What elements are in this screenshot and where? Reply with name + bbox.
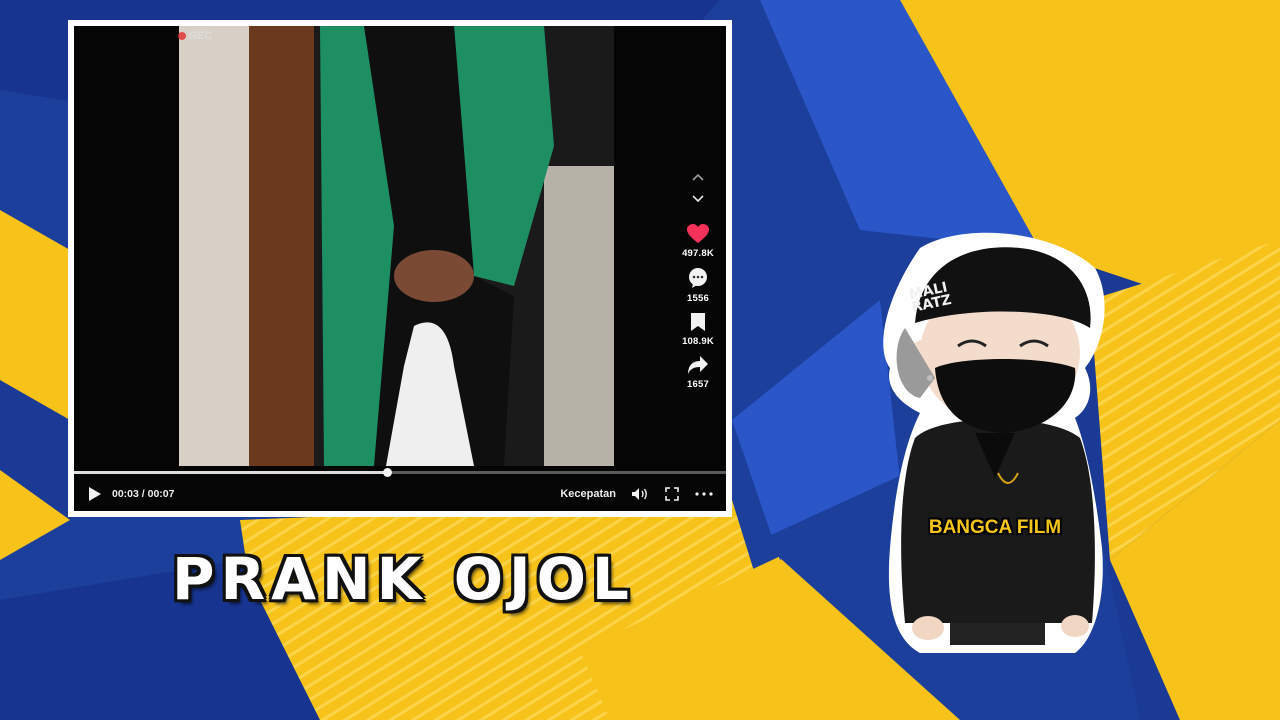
bookmark-button[interactable]: 108.9K <box>682 312 714 347</box>
chevron-up-icon[interactable] <box>686 166 710 188</box>
comment-count: 1556 <box>687 293 709 304</box>
fullscreen-icon[interactable] <box>662 485 682 503</box>
video-player[interactable]: REC 497.8K 1556 108.9K 1657 00:03 / 00:0… <box>74 26 726 511</box>
progress-bar[interactable] <box>74 468 726 477</box>
comment-button[interactable]: 1556 <box>687 267 709 304</box>
video-frame[interactable] <box>74 26 726 466</box>
rec-label: REC <box>189 30 213 42</box>
volume-icon[interactable] <box>630 485 650 503</box>
mascot-sticker: MALI RATZ BANGCA FILM <box>880 228 1112 660</box>
rec-indicator: REC <box>178 30 212 42</box>
save-count: 108.9K <box>682 336 714 347</box>
player-controls: 00:03 / 00:07 Kecepatan <box>74 476 726 511</box>
bookmark-icon <box>691 313 705 331</box>
video-title: PRANK OJOL <box>172 545 635 613</box>
video-card: REC 497.8K 1556 108.9K 1657 00:03 / 00:0… <box>68 20 732 517</box>
share-icon <box>688 356 708 374</box>
play-icon[interactable] <box>86 485 104 503</box>
share-count: 1657 <box>687 379 709 390</box>
side-action-bar: 497.8K 1556 108.9K 1657 <box>676 166 720 390</box>
comment-icon <box>689 268 707 288</box>
channel-name: BANGCA FILM <box>928 517 1062 538</box>
more-icon[interactable] <box>694 485 714 503</box>
chevron-down-icon[interactable] <box>686 188 710 210</box>
heart-icon <box>687 224 709 243</box>
record-dot-icon <box>178 32 186 40</box>
speed-button[interactable]: Kecepatan <box>560 488 616 500</box>
time-display: 00:03 / 00:07 <box>112 487 175 500</box>
like-button[interactable]: 497.8K <box>682 224 714 259</box>
progress-fill <box>74 471 387 474</box>
share-button[interactable]: 1657 <box>687 355 709 390</box>
like-count: 497.8K <box>682 248 714 259</box>
